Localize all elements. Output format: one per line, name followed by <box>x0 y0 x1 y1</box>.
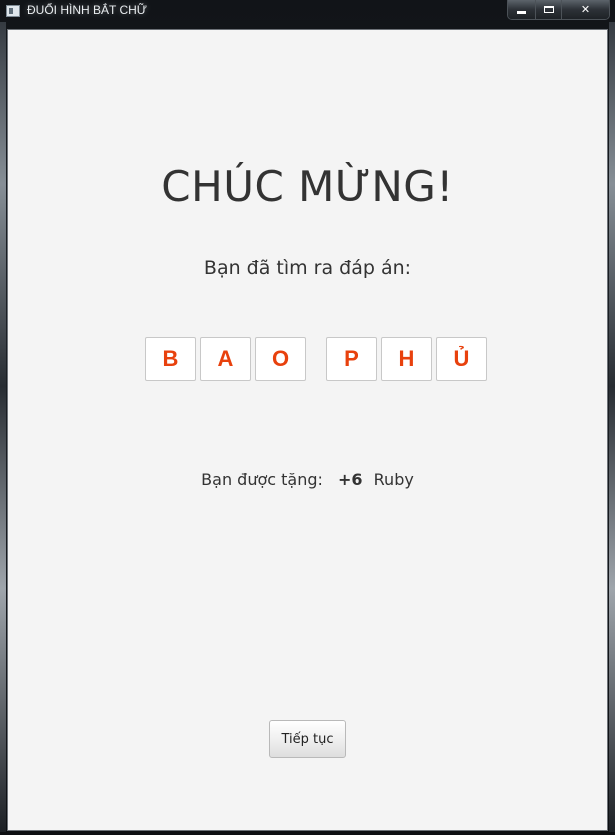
minimize-button[interactable] <box>508 0 536 19</box>
reward-unit: Ruby <box>373 470 414 489</box>
congratulations-heading: CHÚC MỪNG! <box>161 162 454 211</box>
close-icon: ✕ <box>580 3 591 16</box>
letter-tile: P <box>326 337 377 381</box>
letter-tile: H <box>381 337 432 381</box>
reward-amount: +6 <box>338 470 363 489</box>
window-app-icon[interactable] <box>6 5 20 17</box>
letter-tile: B <box>145 337 196 381</box>
window-border-left <box>0 22 6 832</box>
reward-line: Bạn được tặng: +6 Ruby <box>8 470 607 489</box>
window-title: ĐUỔI HÌNH BẮT CHỮ <box>27 3 148 17</box>
answer-found-text: Bạn đã tìm ra đáp án: <box>203 257 412 279</box>
window-controls: ✕ <box>507 0 610 20</box>
window-border-right <box>609 22 615 832</box>
letter-tile: O <box>255 337 306 381</box>
title-bar[interactable]: ĐUỔI HÌNH BẮT CHỮ ✕ <box>0 0 615 22</box>
close-button[interactable]: ✕ <box>562 0 609 19</box>
reward-label: Bạn được tặng: <box>201 470 323 489</box>
maximize-button[interactable] <box>536 0 562 19</box>
answer-word-1: B A O <box>145 337 306 381</box>
maximize-icon <box>543 6 554 13</box>
answer-word-2: P H Ủ <box>326 337 487 381</box>
continue-button[interactable]: Tiếp tục <box>269 720 346 758</box>
content-panel: CHÚC MỪNG! Bạn đã tìm ra đáp án: B A O P… <box>7 29 608 831</box>
minimize-icon <box>517 11 526 14</box>
letter-tile: A <box>200 337 251 381</box>
answer-tiles: B A O P H Ủ <box>145 337 487 381</box>
window-frame: ĐUỔI HÌNH BẮT CHỮ ✕ CHÚC MỪNG! Bạn đã tì… <box>0 0 615 835</box>
letter-tile: Ủ <box>436 337 487 381</box>
